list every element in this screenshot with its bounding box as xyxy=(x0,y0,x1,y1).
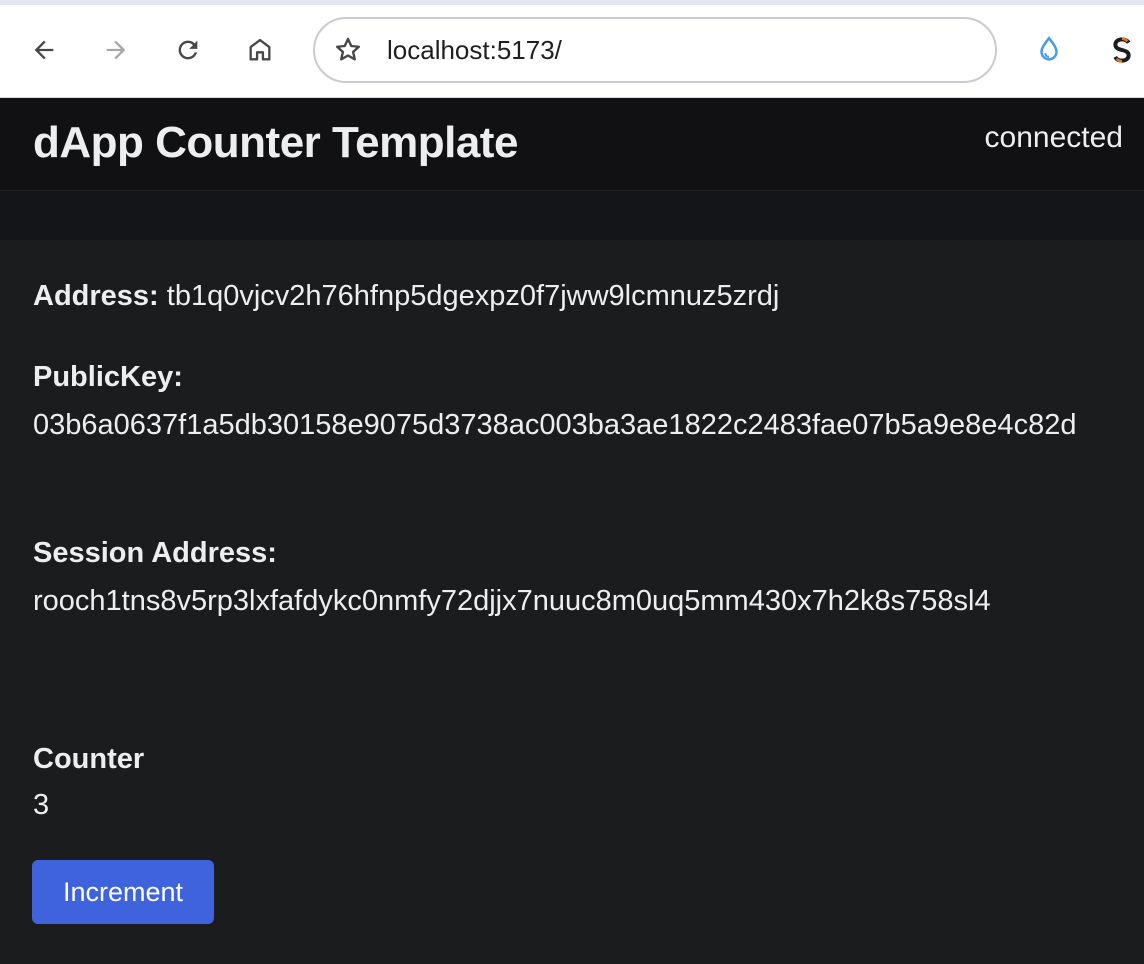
counter-label: Counter xyxy=(33,743,145,775)
public-key-label: PublicKey: xyxy=(33,361,183,393)
session-address-label: Session Address: xyxy=(33,537,277,569)
forward-icon[interactable] xyxy=(94,28,138,72)
browser-toolbar: localhost:5173/ xyxy=(0,0,1144,98)
reload-icon[interactable] xyxy=(166,28,210,72)
s-extension-icon[interactable] xyxy=(1102,30,1142,70)
url-text[interactable]: localhost:5173/ xyxy=(387,35,562,66)
tab-strip-edge xyxy=(0,0,1144,5)
page-title: dApp Counter Template xyxy=(33,118,518,167)
address-value: tb1q0vjcv2h76hfnp5dgexpz0f7jww9lcmnuz5zr… xyxy=(166,280,780,312)
droplet-extension-icon[interactable] xyxy=(1029,30,1069,70)
address-row: Address: tb1q0vjcv2h76hfnp5dgexpz0f7jww9… xyxy=(33,272,779,320)
counter-value: 3 xyxy=(33,789,50,821)
address-bar[interactable]: localhost:5173/ xyxy=(313,17,997,83)
session-address-value: rooch1tns8v5rp3lxfafdykc0nmfy72djjx7nuuc… xyxy=(33,585,991,617)
connection-status[interactable]: connected xyxy=(985,121,1123,155)
home-icon[interactable] xyxy=(238,28,282,72)
address-label: Address: xyxy=(33,280,159,312)
increment-button[interactable]: Increment xyxy=(32,860,214,924)
header-subbar xyxy=(0,191,1144,240)
back-icon[interactable] xyxy=(22,28,66,72)
public-key-value: 03b6a0637f1a5db30158e9075d3738ac003ba3ae… xyxy=(33,409,1077,441)
bookmark-star-icon[interactable] xyxy=(333,35,363,65)
